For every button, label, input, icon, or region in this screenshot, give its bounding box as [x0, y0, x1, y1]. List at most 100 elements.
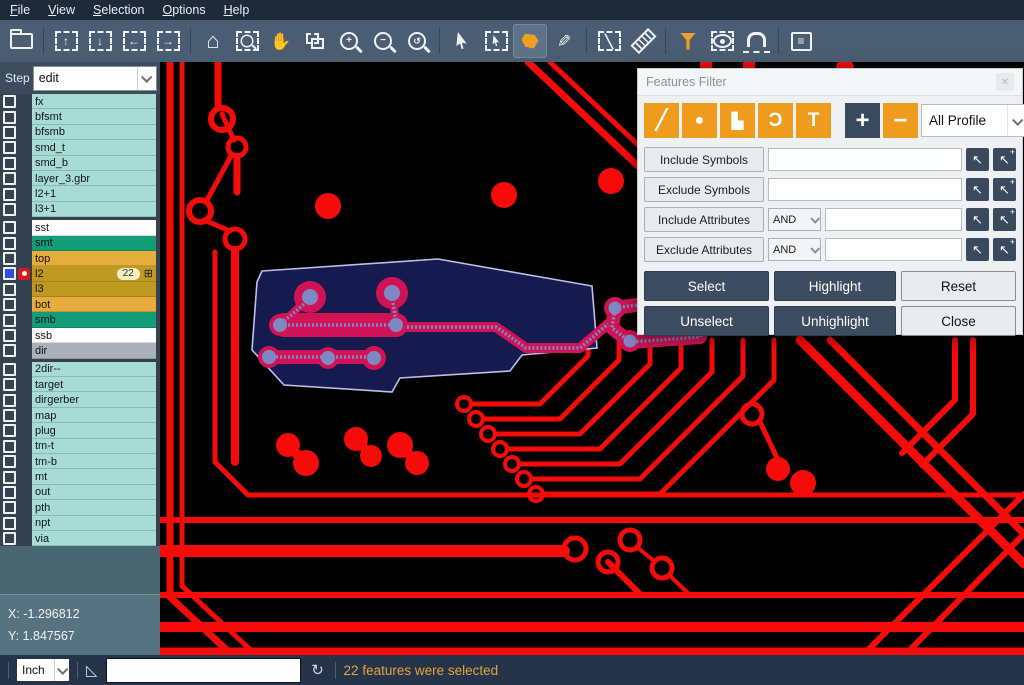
angle-measure-icon[interactable] [86, 661, 98, 679]
step-dropdown[interactable]: edit [33, 66, 157, 91]
layers-panel-button[interactable] [784, 24, 818, 58]
pan-right-button[interactable] [151, 24, 185, 58]
layer-label[interactable]: tm-b [32, 454, 156, 469]
exclude-attributes-input[interactable] [825, 238, 962, 261]
menu-help[interactable]: Help [218, 1, 262, 20]
layer-checkbox[interactable] [3, 111, 16, 124]
menu-options[interactable]: Options [156, 1, 217, 20]
zoom-in-button[interactable] [332, 24, 366, 58]
zoom-area-button[interactable] [230, 24, 264, 58]
home-view-button[interactable] [196, 24, 230, 58]
polygon-select-button[interactable] [513, 24, 547, 58]
menu-view[interactable]: View [42, 1, 87, 20]
features-filter-button[interactable] [671, 24, 705, 58]
layer-checkbox[interactable] [3, 486, 16, 499]
grid-icon[interactable] [144, 267, 153, 280]
pick-add-button[interactable] [993, 238, 1016, 261]
pick-add-button[interactable] [993, 208, 1016, 231]
remove-mode-button[interactable] [883, 103, 918, 138]
pan-up-button[interactable] [49, 24, 83, 58]
layer-label[interactable]: tm-t [32, 439, 156, 454]
layer-label[interactable]: npt [32, 516, 156, 531]
ruler-button[interactable] [626, 24, 660, 58]
layer-label[interactable]: l3+1 [32, 202, 156, 217]
layer-checkbox[interactable] [3, 424, 16, 437]
layer-checkbox[interactable] [3, 471, 16, 484]
pan-down-button[interactable] [83, 24, 117, 58]
pan-hand-button[interactable] [264, 24, 298, 58]
reset-button[interactable]: Reset [901, 271, 1016, 301]
profile-dropdown[interactable]: All Profile [921, 104, 1024, 137]
measure-line-button[interactable] [592, 24, 626, 58]
layer-label[interactable]: bfsmb [32, 125, 156, 140]
layer-label[interactable]: top [32, 251, 156, 266]
layer-label[interactable]: smd_t [32, 140, 156, 155]
layer-view-button[interactable] [705, 24, 739, 58]
layer-checkbox[interactable] [3, 172, 16, 185]
layer-checkbox[interactable] [3, 95, 16, 108]
layer-checkbox[interactable] [3, 532, 16, 545]
circle-feature-button[interactable] [682, 103, 717, 138]
refresh-icon[interactable] [309, 661, 327, 679]
include-attributes-button[interactable]: Include Attributes [644, 207, 764, 232]
menu-file[interactable]: File [4, 1, 42, 20]
unhighlight-button[interactable]: Unhighlight [774, 306, 896, 336]
layer-checkbox[interactable] [3, 344, 16, 357]
layer-checkbox[interactable] [3, 329, 16, 342]
select-pointer-button[interactable] [445, 24, 479, 58]
layer-checkbox[interactable] [3, 501, 16, 514]
layer-checkbox[interactable] [3, 283, 16, 296]
text-feature-button[interactable] [796, 103, 831, 138]
layer-checkbox[interactable] [3, 298, 16, 311]
layer-label[interactable]: via [32, 531, 156, 546]
command-input[interactable] [106, 658, 301, 683]
zoom-previous-button[interactable] [400, 24, 434, 58]
pick-add-button[interactable] [993, 148, 1016, 171]
pick-button[interactable] [966, 208, 989, 231]
layer-checkbox[interactable] [3, 517, 16, 530]
layer-checkbox[interactable] [3, 126, 16, 139]
arc-feature-button[interactable] [758, 103, 793, 138]
highlight-button[interactable]: Highlight [774, 271, 896, 301]
dialog-title-bar[interactable]: Features Filter [638, 69, 1022, 96]
layer-label[interactable]: ssb [32, 328, 156, 343]
layer-checkbox[interactable] [3, 378, 16, 391]
layer-checkbox[interactable] [3, 237, 16, 250]
layer-checkbox[interactable] [3, 221, 16, 234]
layer-checkbox[interactable] [3, 409, 16, 422]
layer-checkbox[interactable] [3, 363, 16, 376]
pick-add-button[interactable] [993, 178, 1016, 201]
zoom-selection-button[interactable] [298, 24, 332, 58]
layer-label[interactable]: dir [32, 343, 156, 358]
layer-label[interactable]: l2+1 [32, 186, 156, 201]
and-or-dropdown[interactable]: AND [768, 208, 821, 231]
layer-label[interactable]: mt [32, 469, 156, 484]
layer-checkbox[interactable] [3, 252, 16, 265]
surface-feature-button[interactable] [720, 103, 755, 138]
unit-dropdown[interactable]: Inch [17, 659, 69, 681]
layer-label[interactable]: out [32, 485, 156, 500]
include-symbols-input[interactable] [768, 148, 962, 171]
layer-label[interactable]: target [32, 377, 156, 392]
layer-checkbox[interactable] [3, 394, 16, 407]
layer-label[interactable]: fx [32, 94, 156, 109]
layer-label[interactable]: dirgerber [32, 392, 156, 407]
layer-checkbox[interactable] [3, 203, 16, 216]
select-button[interactable]: Select [644, 271, 769, 301]
layer-checkbox[interactable] [3, 141, 16, 154]
layer-label[interactable]: smb [32, 312, 156, 327]
line-feature-button[interactable] [644, 103, 679, 138]
pick-button[interactable] [966, 148, 989, 171]
unselect-button[interactable]: Unselect [644, 306, 769, 336]
menu-selection[interactable]: Selection [87, 1, 156, 20]
layer-label[interactable]: pth [32, 500, 156, 515]
and-or-dropdown[interactable]: AND [768, 238, 821, 261]
snap-button[interactable] [739, 24, 773, 58]
include-attributes-input[interactable] [825, 208, 962, 231]
layer-label[interactable]: sst [32, 220, 156, 235]
pan-left-button[interactable] [117, 24, 151, 58]
layer-label[interactable]: smt [32, 236, 156, 251]
layer-checkbox[interactable] [3, 440, 16, 453]
zoom-out-button[interactable] [366, 24, 400, 58]
layer-label[interactable]: bfsmt [32, 109, 156, 124]
